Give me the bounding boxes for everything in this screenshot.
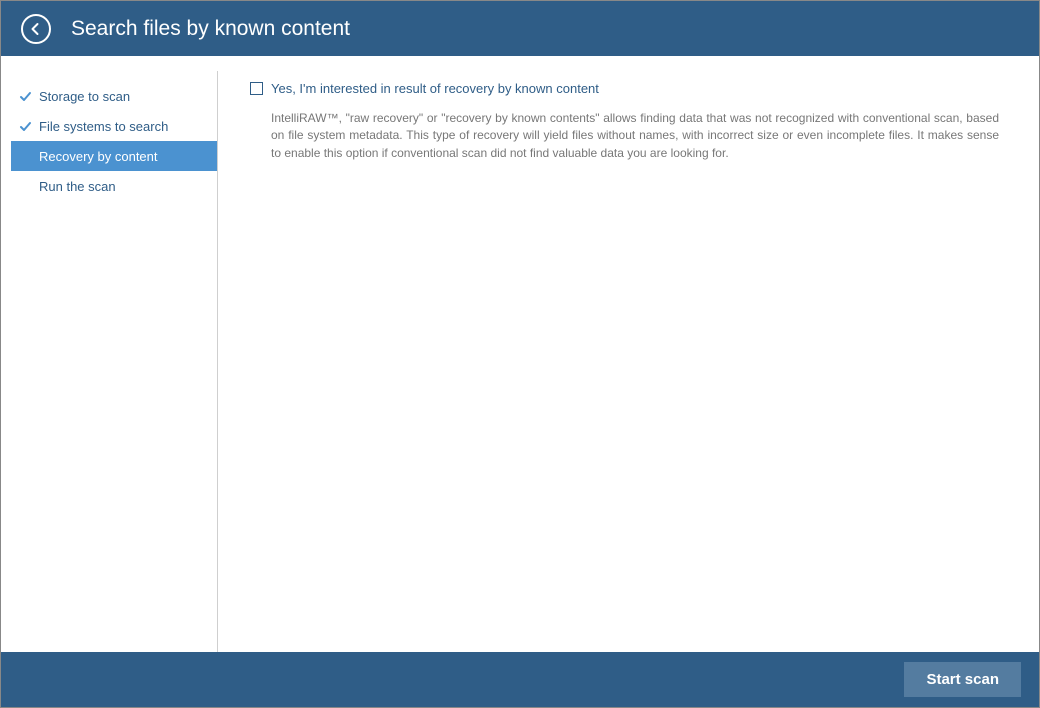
back-button[interactable]: [21, 14, 51, 44]
content: Yes, I'm interested in result of recover…: [218, 71, 1029, 652]
body: Storage to scan File systems to search R…: [1, 56, 1039, 652]
check-icon: [19, 120, 32, 133]
sidebar-item-recovery[interactable]: Recovery by content: [11, 141, 217, 171]
recovery-checkbox-label[interactable]: Yes, I'm interested in result of recover…: [271, 81, 599, 96]
recovery-checkbox[interactable]: [250, 82, 263, 95]
sidebar-item-label: File systems to search: [39, 119, 168, 134]
page-title: Search files by known content: [71, 17, 350, 41]
header: Search files by known content: [1, 1, 1039, 56]
sidebar-item-filesystems[interactable]: File systems to search: [11, 111, 217, 141]
sidebar-item-storage[interactable]: Storage to scan: [11, 81, 217, 111]
checkbox-row: Yes, I'm interested in result of recover…: [250, 81, 999, 96]
start-scan-button[interactable]: Start scan: [904, 662, 1021, 697]
sidebar: Storage to scan File systems to search R…: [11, 71, 218, 652]
footer: Start scan: [1, 652, 1039, 707]
sidebar-item-label: Storage to scan: [39, 89, 130, 104]
arrow-left-icon: [29, 22, 43, 36]
recovery-description: IntelliRAW™, "raw recovery" or "recovery…: [250, 110, 999, 162]
sidebar-item-run[interactable]: Run the scan: [11, 171, 217, 201]
check-icon: [19, 90, 32, 103]
sidebar-item-label: Recovery by content: [39, 149, 158, 164]
sidebar-item-label: Run the scan: [39, 179, 116, 194]
